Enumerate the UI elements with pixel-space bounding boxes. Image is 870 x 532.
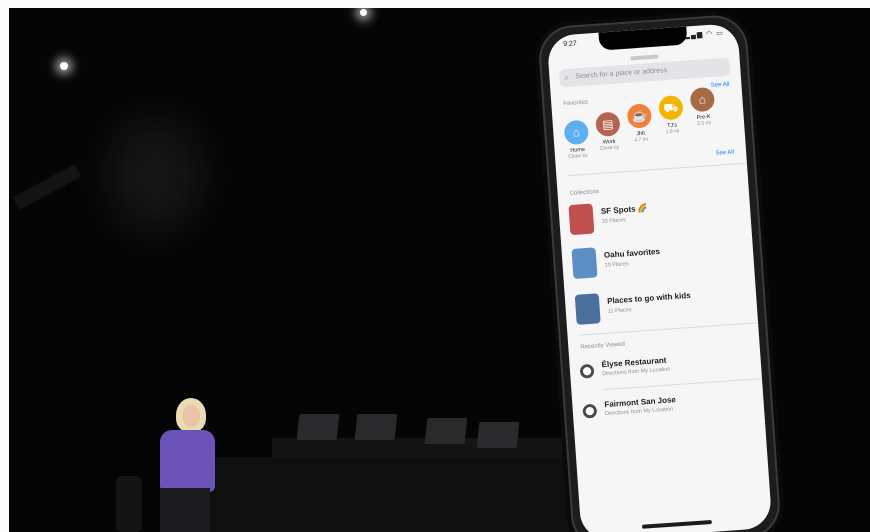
collection-title: SF Spots 🌈	[600, 203, 648, 216]
location-pin-icon: ⬤	[582, 403, 598, 419]
presenter-desk	[185, 457, 570, 532]
search-placeholder: Search for a place or address	[575, 66, 668, 81]
maps-screen: 9:27 ▂▄▆ ◠ ▭ ⌕ Search for a place or add…	[546, 22, 773, 532]
favorite-pre-k[interactable]: ⌂ Pre-K 2.5 mi	[687, 86, 720, 128]
search-input[interactable]: ⌕ Search for a place or address	[558, 57, 731, 88]
location-pin-icon: ⬤	[579, 363, 595, 379]
collections-see-all-link[interactable]: See All	[715, 149, 734, 156]
favorite-distance: 2.5 mi	[697, 120, 712, 127]
collection-title: Oahu favorites	[603, 246, 661, 260]
laptop	[476, 422, 520, 448]
house-icon: ⌂	[563, 119, 590, 146]
collection-thumbnail	[571, 247, 598, 279]
phone-mockup: 9:27 ▂▄▆ ◠ ▭ ⌕ Search for a place or add…	[536, 13, 783, 532]
collection-thumbnail	[574, 293, 601, 325]
recent-item[interactable]: ⬤ Fairmont San Jose Directions from My L…	[582, 385, 755, 431]
favorite-tjs[interactable]: ⛟ TJ's 1.8 mi	[655, 94, 688, 136]
collection-item[interactable]: Places to go with kids 11 Places	[574, 279, 747, 329]
presenter	[160, 430, 215, 492]
collection-count: 10 Places	[601, 217, 626, 225]
stage-chair	[116, 476, 142, 532]
collection-item[interactable]: SF Spots 🌈 10 Places	[568, 189, 741, 239]
collection-thumbnail	[568, 203, 595, 236]
stage-light	[60, 62, 68, 70]
favorite-jhlt[interactable]: ☕ Jhlt 4.7 mi	[624, 103, 657, 144]
collection-count: 11 Places	[607, 307, 632, 315]
stage-light	[360, 9, 367, 16]
lighting-truss	[12, 164, 82, 210]
briefcase-icon: ▤	[595, 111, 621, 138]
presenter-legs	[160, 488, 210, 532]
cart-icon: ⛟	[658, 94, 684, 121]
stage-haze	[110, 120, 200, 230]
favorite-distance: Close by	[568, 152, 588, 161]
collection-count: 10 Places	[604, 261, 630, 269]
status-time: 9:27	[562, 40, 578, 49]
home-indicator[interactable]	[641, 519, 712, 529]
favorites-label: Favorites	[563, 99, 589, 108]
favorite-distance: Close by	[599, 144, 620, 152]
presenter-face	[183, 405, 200, 427]
laptop	[424, 418, 468, 444]
sheet-handle[interactable]	[629, 54, 658, 61]
recently-viewed-label: Recently Viewed	[580, 341, 626, 351]
favorite-distance: 1.8 mi	[665, 128, 680, 136]
keynote-stage: 9:27 ▂▄▆ ◠ ▭ ⌕ Search for a place or add…	[0, 0, 870, 532]
status-icons: ▂▄▆ ◠ ▭	[684, 29, 725, 40]
favorite-home[interactable]: ⌂ Home Close by	[561, 119, 594, 160]
frame-border-left	[0, 0, 9, 532]
frame-border-top	[0, 0, 870, 8]
section-divider	[568, 162, 747, 177]
laptop	[296, 414, 340, 440]
collection-title: Places to go with kids	[606, 290, 691, 306]
collection-item[interactable]: Oahu favorites 10 Places	[571, 233, 744, 283]
favorite-work[interactable]: ▤ Work Close by	[592, 111, 625, 152]
collections-label: Collections	[569, 189, 600, 198]
laptop	[354, 414, 398, 440]
favorite-distance: 4.7 mi	[634, 136, 649, 144]
search-icon: ⌕	[564, 72, 570, 83]
graduation-cap-icon: ⌂	[689, 86, 716, 113]
coffee-icon: ☕	[626, 103, 653, 129]
